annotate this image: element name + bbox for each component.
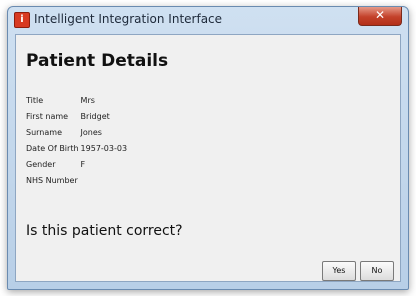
title-bar[interactable]: i Intelligent Integration Interface ✕: [8, 7, 408, 33]
patient-details: Title Mrs First name Bridget Surname Jon…: [26, 93, 127, 189]
confirmation-question: Is this patient correct?: [26, 223, 183, 239]
field-row-date-of-birth: Date Of Birth 1957-03-03: [26, 141, 127, 157]
dialog-window: i Intelligent Integration Interface ✕ Pa…: [7, 6, 409, 290]
field-value: Bridget: [80, 112, 110, 121]
field-label: NHS Number: [26, 176, 78, 185]
field-value: Mrs: [80, 96, 95, 105]
field-value: F: [80, 160, 86, 169]
no-button[interactable]: No: [360, 261, 394, 281]
field-label: Gender: [26, 160, 56, 169]
field-row-surname: Surname Jones: [26, 125, 127, 141]
field-row-nhs-number: NHS Number: [26, 173, 127, 189]
close-button[interactable]: ✕: [358, 7, 402, 26]
field-row-title: Title Mrs: [26, 93, 127, 109]
field-value: 1957-03-03: [80, 144, 128, 153]
field-label: Surname: [26, 128, 62, 137]
dialog-content: Patient Details Title Mrs First name Bri…: [15, 34, 401, 282]
yes-button[interactable]: Yes: [322, 261, 356, 281]
page-title: Patient Details: [26, 51, 169, 71]
field-label: Date Of Birth: [26, 144, 79, 153]
app-icon: i: [14, 12, 30, 28]
window-title: Intelligent Integration Interface: [34, 12, 223, 26]
field-row-first-name: First name Bridget: [26, 109, 127, 125]
close-icon: ✕: [374, 8, 386, 22]
field-label: Title: [26, 96, 44, 105]
field-row-gender: Gender F: [26, 157, 127, 173]
field-value: Jones: [80, 128, 102, 137]
field-label: First name: [26, 112, 69, 121]
